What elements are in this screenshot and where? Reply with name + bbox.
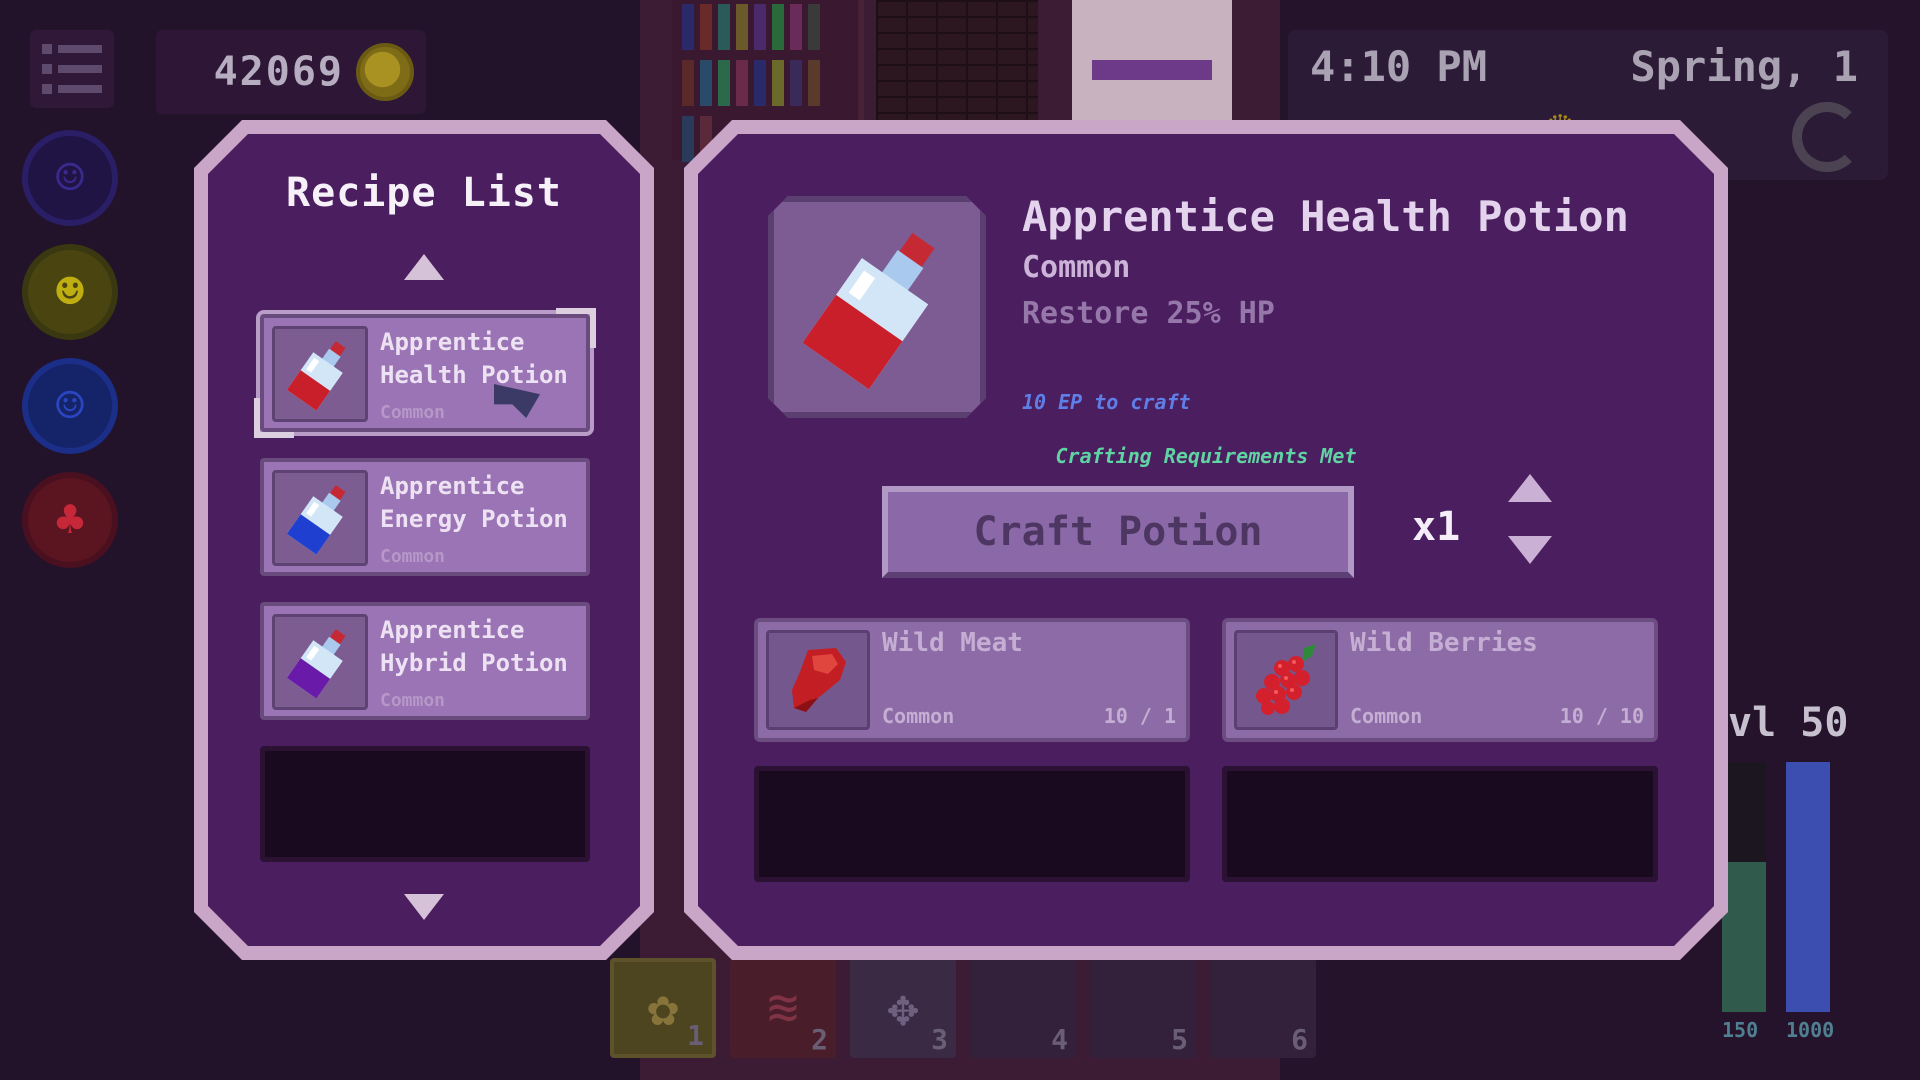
hotbar: ✿ 1 ≋ 2 ✥ 3 4 5 6: [610, 958, 1316, 1058]
selection-corner-icon: [254, 398, 294, 438]
red-creature-icon[interactable]: ♣: [22, 472, 118, 568]
recipe-item-hybrid-potion[interactable]: Apprentice Hybrid Potion Common: [260, 602, 590, 720]
gear-icon: ✿: [647, 978, 679, 1038]
recipe-list-panel: Recipe List Apprentice Health Potion Com…: [194, 120, 654, 960]
ingredient-slot-empty: [754, 766, 1190, 882]
recipe-detail-body: Apprentice Health Potion Common Restore …: [698, 134, 1714, 946]
bed: [1072, 0, 1232, 120]
energy-potion-icon: [272, 470, 368, 566]
recipe-rarity: Common: [380, 546, 446, 567]
gold-counter: 42069: [156, 30, 426, 114]
recipe-item-health-potion[interactable]: Apprentice Health Potion Common: [260, 314, 590, 432]
hotbar-slot-6[interactable]: 6: [1210, 958, 1316, 1058]
scroll-down-arrow-icon[interactable]: [404, 894, 444, 920]
hotbar-slot-number: 5: [1171, 1023, 1188, 1056]
quantity-decrease-arrow-icon[interactable]: [1508, 536, 1552, 564]
ingredient-name: Wild Berries: [1350, 628, 1538, 658]
recipe-rarity: Common: [380, 690, 446, 711]
berries-icon: [1234, 630, 1338, 730]
hotbar-slot-number: 2: [811, 1023, 828, 1056]
hotbar-slot-4[interactable]: 4: [970, 958, 1076, 1058]
energy-value: 1000: [1786, 1018, 1835, 1042]
health-bar: [1722, 762, 1766, 1012]
hotbar-slot-2[interactable]: ≋ 2: [730, 958, 836, 1058]
recipe-name: Apprentice Health Potion: [380, 328, 568, 389]
recipe-item-energy-potion[interactable]: Apprentice Energy Potion Common: [260, 458, 590, 576]
coin-icon: [356, 43, 414, 101]
ingredient-count: 10 / 1: [1103, 704, 1176, 728]
craft-quantity: x1: [1412, 504, 1461, 550]
health-potion-large-icon: [768, 196, 986, 418]
craft-potion-button[interactable]: Craft Potion: [882, 486, 1354, 578]
recipe-list-body: Recipe List Apprentice Health Potion Com…: [208, 134, 640, 946]
recipe-rarity: Common: [380, 402, 446, 423]
recipe-list: Apprentice Health Potion Common Apprenti…: [260, 314, 590, 862]
ingredient-slot-empty: [1222, 766, 1658, 882]
time-display: 4:10 PM: [1310, 42, 1488, 91]
hotbar-slot-number: 1: [687, 1019, 704, 1052]
book-row: [682, 60, 820, 106]
energy-cost-label: 10 EP to craft: [1022, 390, 1191, 414]
ingredient-wild-meat: Wild Meat Common 10 / 1: [754, 618, 1190, 742]
recipe-rarity: Common: [1022, 250, 1131, 285]
season-display: Spring, 1: [1630, 42, 1858, 91]
meat-icon: [766, 630, 870, 730]
hybrid-potion-icon: [272, 614, 368, 710]
hotbar-slot-3[interactable]: ✥ 3: [850, 958, 956, 1058]
hotbar-slot-5[interactable]: 5: [1090, 958, 1196, 1058]
recipe-title: Apprentice Health Potion: [1022, 192, 1629, 241]
blue-creature-icon[interactable]: ☺: [22, 358, 118, 454]
energy-bar-fill: [1786, 762, 1830, 1012]
energy-bar: [1786, 762, 1830, 1012]
hotbar-slot-number: 4: [1051, 1023, 1068, 1056]
ingredient-wild-berries: Wild Berries Common 10 / 10: [1222, 618, 1658, 742]
claw-icon: ≋: [767, 978, 799, 1038]
scroll-up-arrow-icon[interactable]: [404, 254, 444, 280]
moon-icon: [1792, 102, 1862, 172]
requirements-status: Crafting Requirements Met: [1055, 444, 1357, 468]
health-value: 150: [1722, 1018, 1759, 1042]
ingredient-count: 10 / 10: [1559, 704, 1644, 728]
health-bar-fill: [1722, 862, 1766, 1012]
selection-corner-icon: [556, 308, 596, 348]
hotbar-slot-number: 6: [1291, 1023, 1308, 1056]
hotbar-slot-number: 3: [931, 1023, 948, 1056]
party-sidebar: ☺ ☻ ☺ ♣: [22, 130, 122, 586]
hotbar-slot-1[interactable]: ✿ 1: [610, 958, 716, 1058]
ingredient-rarity: Common: [1350, 704, 1423, 728]
level-label: vl 50: [1728, 700, 1849, 746]
ghost-icon[interactable]: ☺: [22, 130, 118, 226]
recipe-description: Restore 25% HP: [1022, 296, 1275, 331]
ingredient-rarity: Common: [882, 704, 955, 728]
menu-icon[interactable]: [30, 30, 114, 108]
gold-value: 42069: [213, 49, 344, 95]
recipe-name: Apprentice Energy Potion: [380, 472, 568, 533]
move-arrows-icon: ✥: [887, 978, 919, 1038]
ingredient-name: Wild Meat: [882, 628, 1023, 658]
quantity-increase-arrow-icon[interactable]: [1508, 474, 1552, 502]
recipe-detail-panel: Apprentice Health Potion Common Restore …: [684, 120, 1728, 960]
recipe-name: Apprentice Hybrid Potion: [380, 616, 568, 677]
recipe-slot-empty: [260, 746, 590, 862]
book-row: [682, 4, 820, 50]
fireplace: [876, 0, 1038, 120]
recipe-list-title: Recipe List: [286, 170, 562, 216]
yellow-creature-icon[interactable]: ☻: [22, 244, 118, 340]
